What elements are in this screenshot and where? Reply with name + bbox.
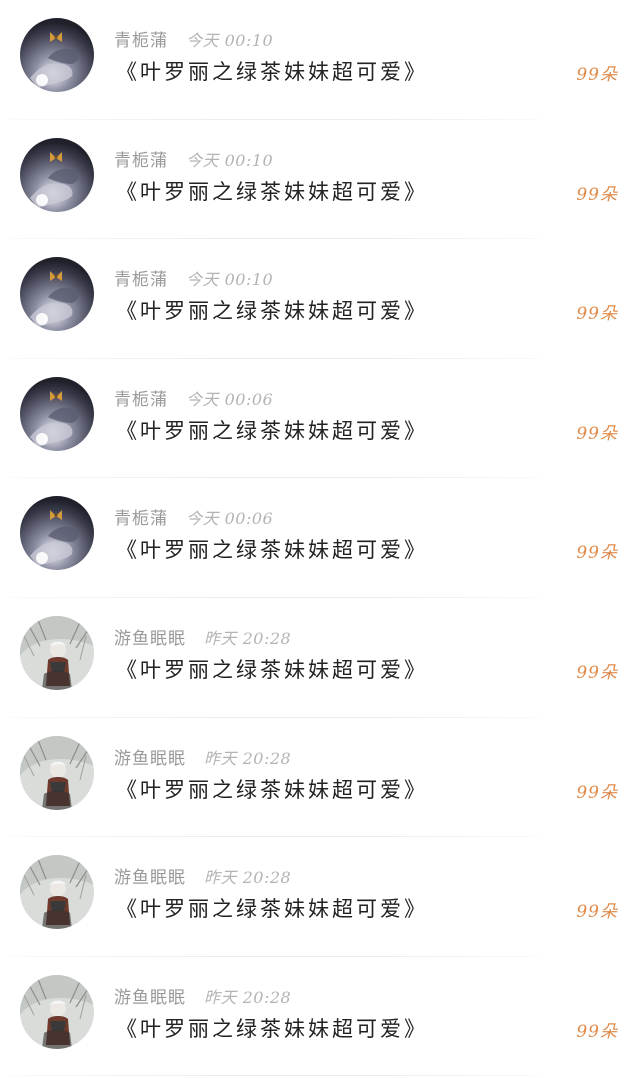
avatar[interactable] (20, 616, 94, 690)
timestamp: 今天 00:06 (186, 389, 274, 409)
timestamp: 昨天 20:28 (204, 868, 292, 888)
sender-name-line: 游鱼眠眠 昨天 20:28 (114, 983, 291, 1008)
sender-name[interactable]: 青栀蒲 (114, 31, 168, 51)
gift-count: 99朵 (576, 423, 618, 444)
divider (10, 1075, 540, 1077)
message-item[interactable]: 青栀蒲 今天 00:06 《叶罗丽之绿茶妹妹超可爱》 99朵 (0, 359, 640, 479)
message-content: 《叶罗丽之绿茶妹妹超可爱》 (116, 658, 428, 682)
sender-name[interactable]: 游鱼眠眠 (114, 988, 186, 1008)
message-list: 青栀蒲 今天 00:10 《叶罗丽之绿茶妹妹超可爱》 99朵 青栀蒲 今天 00:10 《… (0, 0, 640, 1078)
sender-name-line: 游鱼眠眠 昨天 20:28 (114, 624, 291, 649)
sender-name-line: 游鱼眠眠 昨天 20:28 (114, 744, 291, 769)
message-content: 《叶罗丽之绿茶妹妹超可爱》 (116, 60, 428, 84)
sender-name[interactable]: 青栀蒲 (114, 509, 168, 529)
hand-holding-butterfly-icon (20, 496, 94, 571)
avatar[interactable] (20, 855, 94, 930)
message-content: 《叶罗丽之绿茶妹妹超可爱》 (116, 1016, 428, 1041)
avatar[interactable] (20, 18, 94, 92)
timestamp: 今天 00:06 (186, 509, 274, 529)
sender-name[interactable]: 游鱼眠眠 (114, 629, 186, 649)
sender-name-line: 青栀蒲 今天 00:06 (114, 385, 273, 410)
message-item[interactable]: 青栀蒲 今天 00:10 《叶罗丽之绿茶妹妹超可爱》 99朵 (0, 0, 640, 120)
message-item[interactable]: 游鱼眠眠 昨天 20:28 《叶罗丽之绿茶妹妹超可爱》 99朵 (0, 957, 640, 1077)
winter-girl-icon (20, 616, 94, 690)
sender-name[interactable]: 游鱼眠眠 (114, 868, 186, 888)
winter-girl-icon (20, 855, 94, 930)
gift-count: 99朵 (576, 902, 618, 923)
sender-name[interactable]: 青栀蒲 (114, 151, 168, 171)
message-content: 《叶罗丽之绿茶妹妹超可爱》 (116, 897, 428, 922)
timestamp: 昨天 20:28 (204, 748, 292, 768)
timestamp: 今天 00:10 (186, 31, 274, 50)
avatar[interactable] (20, 735, 94, 810)
winter-girl-icon (20, 735, 94, 810)
message-content: 《叶罗丽之绿茶妹妹超可爱》 (116, 418, 428, 443)
sender-name-line: 青栀蒲 今天 00:10 (114, 26, 273, 51)
gift-count: 99朵 (576, 782, 618, 803)
hand-holding-butterfly-icon (20, 18, 94, 92)
timestamp: 今天 00:10 (186, 270, 274, 290)
message-content: 《叶罗丽之绿茶妹妹超可爱》 (116, 538, 428, 563)
gift-count: 99朵 (576, 663, 618, 683)
timestamp: 昨天 20:28 (204, 629, 292, 648)
sender-name-line: 青栀蒲 今天 00:10 (114, 265, 273, 290)
message-content: 《叶罗丽之绿茶妹妹超可爱》 (116, 179, 428, 204)
gift-count: 99朵 (576, 65, 618, 85)
message-item[interactable]: 青栀蒲 今天 00:10 《叶罗丽之绿茶妹妹超可爱》 99朵 (0, 120, 640, 240)
message-item[interactable]: 青栀蒲 今天 00:10 《叶罗丽之绿茶妹妹超可爱》 99朵 (0, 239, 640, 359)
message-content: 《叶罗丽之绿茶妹妹超可爱》 (116, 299, 428, 324)
hand-holding-butterfly-icon (20, 257, 94, 332)
message-item[interactable]: 游鱼眠眠 昨天 20:28 《叶罗丽之绿茶妹妹超可爱》 99朵 (0, 598, 640, 718)
message-content: 《叶罗丽之绿茶妹妹超可爱》 (116, 777, 428, 802)
avatar[interactable] (20, 974, 94, 1049)
sender-name-line: 游鱼眠眠 昨天 20:28 (114, 863, 291, 888)
sender-name[interactable]: 青栀蒲 (114, 270, 168, 290)
sender-name-line: 青栀蒲 今天 00:06 (114, 504, 273, 529)
timestamp: 今天 00:10 (186, 150, 274, 170)
message-item[interactable]: 青栀蒲 今天 00:06 《叶罗丽之绿茶妹妹超可爱》 99朵 (0, 478, 640, 598)
gift-count: 99朵 (576, 543, 618, 564)
winter-girl-icon (20, 974, 94, 1049)
sender-name[interactable]: 青栀蒲 (114, 390, 168, 410)
avatar[interactable] (20, 137, 94, 212)
gift-count: 99朵 (576, 184, 618, 205)
timestamp: 昨天 20:28 (204, 987, 292, 1007)
gift-count: 99朵 (576, 1021, 618, 1042)
message-item[interactable]: 游鱼眠眠 昨天 20:28 《叶罗丽之绿茶妹妹超可爱》 99朵 (0, 718, 640, 838)
hand-holding-butterfly-icon (20, 137, 94, 212)
sender-name[interactable]: 游鱼眠眠 (114, 749, 186, 769)
message-item[interactable]: 游鱼眠眠 昨天 20:28 《叶罗丽之绿茶妹妹超可爱》 99朵 (0, 837, 640, 957)
avatar[interactable] (20, 376, 94, 451)
avatar[interactable] (20, 496, 94, 571)
hand-holding-butterfly-icon (20, 376, 94, 451)
avatar[interactable] (20, 257, 94, 332)
gift-count: 99朵 (576, 304, 618, 325)
sender-name-line: 青栀蒲 今天 00:10 (114, 146, 273, 171)
